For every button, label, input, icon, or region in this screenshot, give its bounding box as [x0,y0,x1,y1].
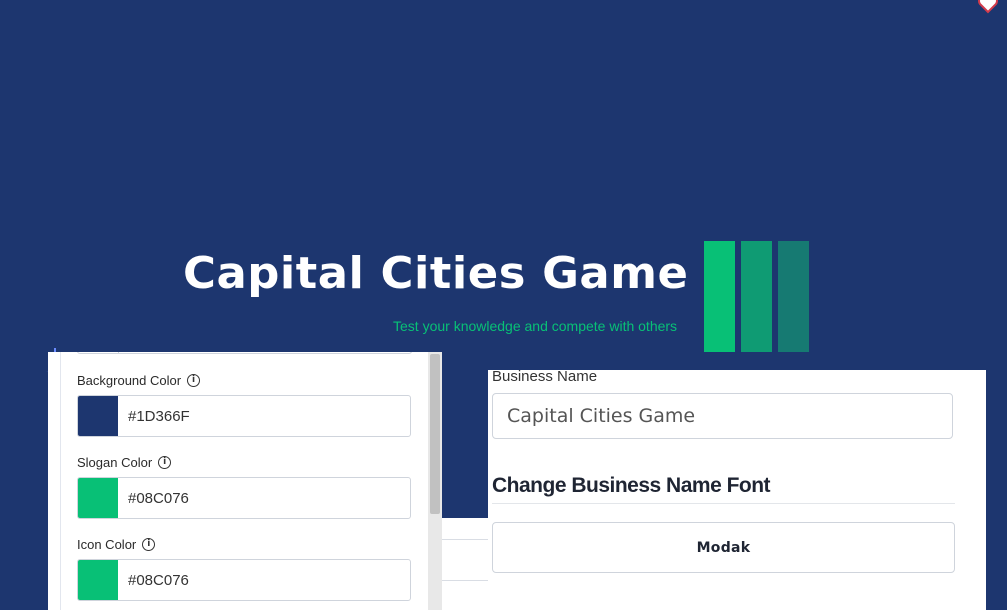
logo-bars-icon [704,241,810,352]
partial-color-field[interactable] [77,352,412,354]
background-strip [442,518,490,610]
icon-color-value[interactable]: #08C076 [118,560,189,600]
background-color-field[interactable]: #1D366F [77,395,411,437]
slogan-color-value[interactable]: #08C076 [118,478,189,518]
info-icon[interactable]: i [142,538,156,551]
font-select-button[interactable]: Modak [492,522,955,573]
background-color-label: Background Color i [77,373,201,388]
info-icon[interactable]: i [187,374,201,387]
icon-color-label-text: Icon Color [77,537,137,552]
color-settings-panel: Background Color i #1D366F Slogan Color … [48,352,442,610]
slogan-color-field[interactable]: #08C076 [77,477,411,519]
info-icon[interactable]: i [158,456,172,469]
logo-bar-1 [704,241,735,352]
icon-color-label: Icon Color i [77,537,156,552]
icon-color-swatch[interactable] [78,560,118,600]
logo-slogan: Test your knowledge and compete with oth… [393,318,678,334]
change-font-heading: Change Business Name Font [492,474,771,497]
logo-bar-3 [778,241,809,352]
business-name-label: Business Name [492,370,598,385]
background-color-value[interactable]: #1D366F [118,396,190,436]
slogan-color-label: Slogan Color i [77,455,172,470]
business-name-input[interactable] [492,393,953,439]
icon-color-field[interactable]: #08C076 [77,559,411,601]
slogan-color-label-text: Slogan Color [77,455,153,470]
panel-divider [60,352,61,610]
logo-bar-2 [741,241,772,352]
business-settings-panel: Business Name Change Business Name Font … [488,370,986,610]
scrollbar-thumb[interactable] [430,354,440,514]
logo-title: Capital Cities Game [183,248,689,299]
slogan-color-swatch[interactable] [78,478,118,518]
background-color-swatch[interactable] [78,396,118,436]
background-color-label-text: Background Color [77,373,182,388]
heart-icon[interactable] [977,0,999,14]
heading-divider [492,503,955,504]
